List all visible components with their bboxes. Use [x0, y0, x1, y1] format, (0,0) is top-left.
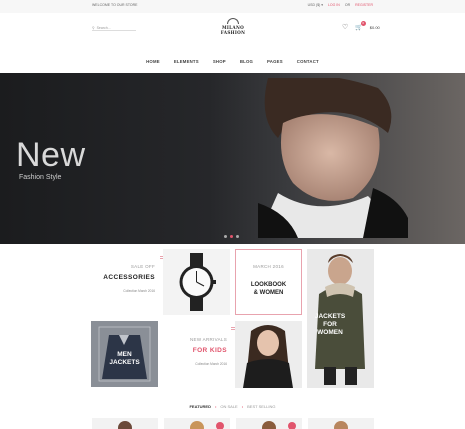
- men-jackets-title2: JACKETS: [109, 359, 140, 366]
- nav-blog[interactable]: BLOG: [240, 59, 253, 64]
- jackets-women-label: JACKETS FOR WOMEN: [307, 313, 353, 337]
- slider-dots: [224, 235, 239, 238]
- product-image: [118, 421, 132, 429]
- or-text: OR: [344, 3, 351, 7]
- lookbook-date: MARCH 2016: [253, 264, 284, 269]
- search-icon[interactable]: ⚲: [92, 26, 95, 30]
- tab-separator: •: [241, 404, 244, 409]
- jackets-women-title2: FOR: [323, 321, 337, 328]
- tab-bestselling[interactable]: BEST SELLING: [247, 404, 275, 409]
- slider-dot-active[interactable]: [230, 235, 233, 238]
- product-tabs: FEATURED • ON SALE • BEST SELLING: [0, 404, 465, 409]
- tab-onsale[interactable]: ON SALE: [220, 404, 237, 409]
- welcome-text: WELCOME TO OUR STORE: [92, 3, 138, 7]
- cart-count-badge: 0: [360, 21, 366, 26]
- product-card[interactable]: [164, 418, 230, 429]
- nav-contact[interactable]: CONTACT: [297, 59, 319, 64]
- search-placeholder: Search...: [96, 25, 111, 30]
- cart-icon[interactable]: 🛒 0: [355, 21, 366, 31]
- slider-dot[interactable]: [236, 235, 239, 238]
- hero-subtitle: Fashion Style: [19, 174, 62, 181]
- logo[interactable]: MILANO FASHION: [216, 18, 250, 42]
- hero-slider[interactable]: New Fashion Style: [0, 73, 465, 244]
- nav-pages[interactable]: PAGES: [267, 59, 283, 64]
- register-link[interactable]: REGISTER: [355, 3, 373, 7]
- cart-total[interactable]: $0.00: [370, 25, 380, 30]
- product-image: [190, 421, 224, 429]
- product-card[interactable]: [308, 418, 374, 429]
- promo-accessories-title: ACCESSORIES: [103, 274, 155, 281]
- hero-title: New: [16, 136, 86, 174]
- nav-elements[interactable]: ELEMENTS: [174, 59, 199, 64]
- nav-shop[interactable]: SHOP: [213, 59, 226, 64]
- promo-kids-tiny: Collection March 2016: [195, 362, 227, 366]
- promo-lookbook[interactable]: MARCH 2016 LOOKBOOK & WOMEN: [235, 249, 302, 315]
- nav-home[interactable]: HOME: [146, 59, 160, 64]
- main-nav: HOME ELEMENTS SHOP BLOG PAGES CONTACT: [0, 59, 465, 64]
- search-input[interactable]: ⚲ Search...: [92, 25, 136, 31]
- currency-selector[interactable]: USD ($) ▾: [308, 3, 323, 7]
- top-bar: WELCOME TO OUR STORE USD ($) ▾ LOG IN OR…: [0, 0, 465, 13]
- promo-accessories[interactable]: SALE OFF ACCESSORIES Collection March 20…: [92, 264, 155, 293]
- product-card[interactable]: [92, 418, 158, 429]
- jackets-women-title1: JACKETS: [314, 313, 346, 320]
- logo-line2: FASHION: [220, 30, 246, 35]
- product-card[interactable]: [236, 418, 302, 429]
- product-image: [334, 421, 348, 429]
- promo-kids[interactable]: NEW ARRIVALS FOR KIDS Collection March 2…: [163, 337, 227, 366]
- tab-featured[interactable]: FEATURED: [189, 404, 210, 409]
- kids-image[interactable]: [235, 321, 302, 388]
- jackets-women-title3: WOMEN: [317, 329, 343, 336]
- promo-accessories-small: SALE OFF: [130, 264, 155, 269]
- tab-separator: •: [214, 404, 217, 409]
- lookbook-title2: & WOMEN: [253, 290, 284, 296]
- header-icons: ♡ 🛒 0 $0.00: [342, 21, 380, 31]
- product-image: [262, 421, 296, 429]
- promo-kids-small: NEW ARRIVALS: [189, 337, 227, 342]
- slider-dot[interactable]: [224, 235, 227, 238]
- men-jackets-title1: MEN: [117, 351, 132, 358]
- promo-kids-title: FOR KIDS: [192, 347, 227, 354]
- login-link[interactable]: LOG IN: [328, 3, 340, 7]
- watch-image[interactable]: [163, 249, 230, 315]
- hero-model-image: [258, 78, 408, 238]
- top-bar-right: USD ($) ▾ LOG IN OR REGISTER: [308, 3, 373, 7]
- logo-crest-icon: [227, 18, 239, 24]
- men-jackets-label: MEN JACKETS: [91, 351, 158, 367]
- lookbook-title1: LOOKBOOK: [250, 282, 287, 288]
- promo-accessories-tiny: Collection March 2016: [123, 289, 155, 293]
- wishlist-heart-icon[interactable]: ♡: [342, 24, 348, 31]
